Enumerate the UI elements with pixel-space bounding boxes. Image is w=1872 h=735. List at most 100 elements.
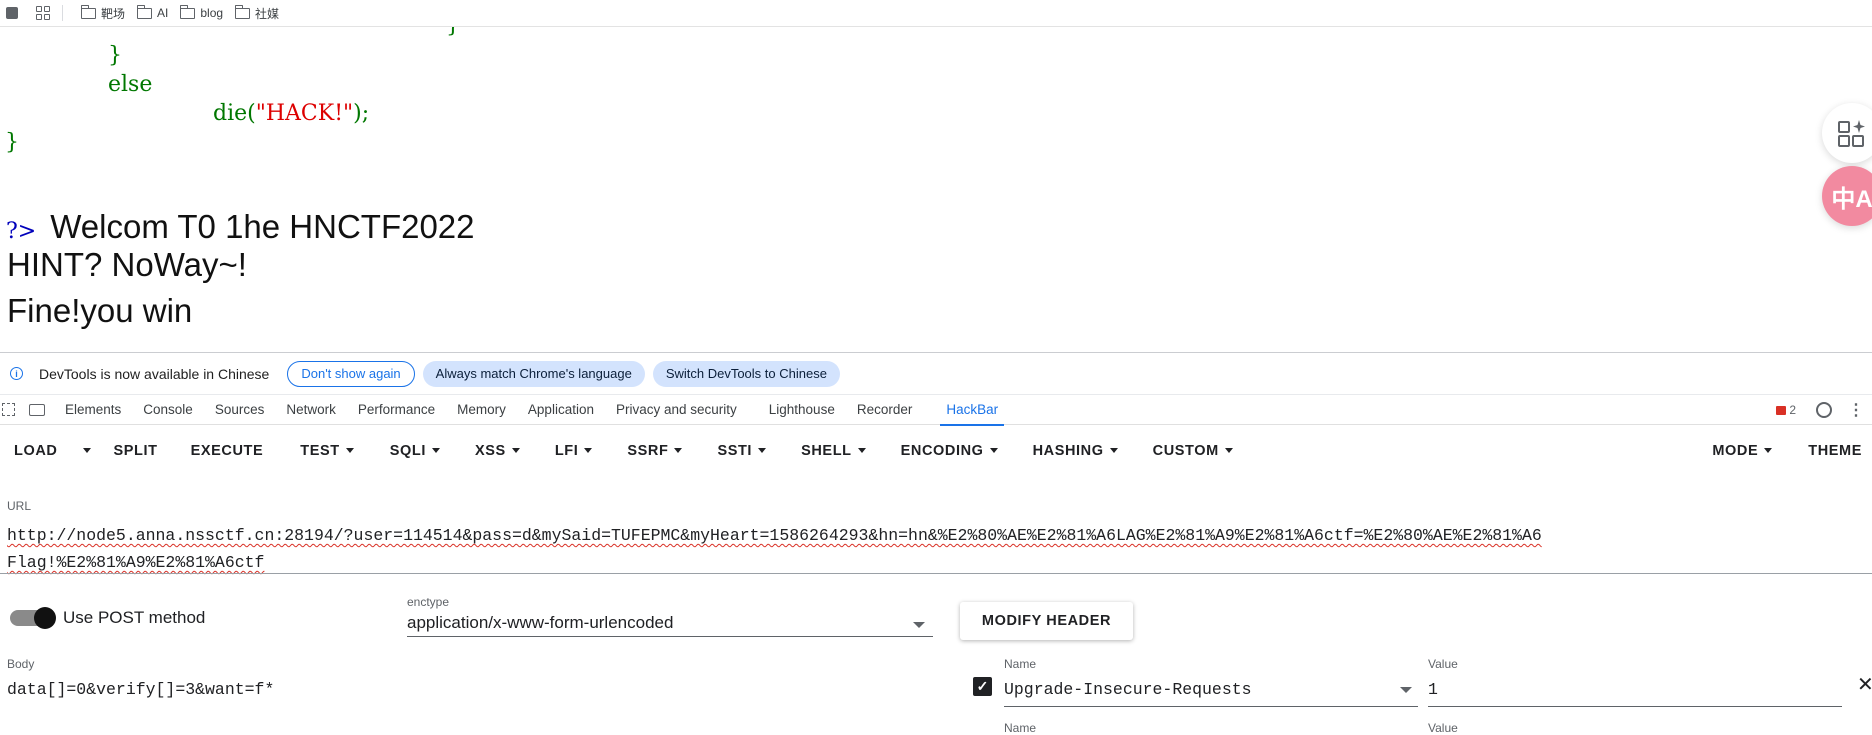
bookmarks-bar: 靶场 AI blog 社媒 xyxy=(0,0,1872,27)
tab-performance[interactable]: Performance xyxy=(358,395,435,425)
tab-memory[interactable]: Memory xyxy=(457,395,506,425)
bookmark-label: blog xyxy=(200,6,224,20)
url-label: URL xyxy=(7,499,32,513)
chevron-down-icon[interactable] xyxy=(913,622,925,628)
translate-button[interactable]: 中A xyxy=(1822,166,1872,226)
output-text: Welcom T0 1he HNCTF2022 xyxy=(50,208,475,245)
menu-label: CUSTOM xyxy=(1152,442,1219,459)
header-value-input[interactable]: 1 xyxy=(1428,680,1438,699)
tab-sources[interactable]: Sources xyxy=(215,395,265,425)
post-method-toggle[interactable] xyxy=(10,607,56,629)
header-enabled-checkbox[interactable]: ✓ xyxy=(973,677,992,696)
tab-elements[interactable]: Elements xyxy=(65,395,121,425)
tab-lighthouse[interactable]: Lighthouse xyxy=(769,395,835,425)
bookmark-folder[interactable]: 社媒 xyxy=(234,4,280,22)
always-match-language-button[interactable]: Always match Chrome's language xyxy=(422,360,645,387)
bookmark-folder[interactable]: 靶场 xyxy=(80,4,126,22)
caret-down-icon xyxy=(989,448,998,453)
load-dropdown-button[interactable] xyxy=(77,448,92,453)
bookmark-folder[interactable]: AI xyxy=(136,4,169,20)
php-close-tag: ?> xyxy=(6,219,37,244)
menu-custom[interactable]: CUSTOM xyxy=(1153,443,1233,459)
menu-hashing[interactable]: HASHING xyxy=(1033,443,1118,459)
header-name-label: Name xyxy=(1004,721,1037,735)
load-button[interactable]: LOAD xyxy=(14,443,57,459)
remove-header-icon[interactable]: ✕ xyxy=(1857,672,1872,697)
inspect-element-icon[interactable] xyxy=(2,403,15,416)
folder-icon xyxy=(179,4,196,19)
folder-icon xyxy=(234,4,251,19)
code-else: else xyxy=(108,72,153,97)
menu-mode[interactable]: MODE xyxy=(1712,443,1773,459)
enctype-underline xyxy=(407,636,933,637)
body-textarea[interactable]: data[]=0&verify[]=3&want=f* xyxy=(7,680,274,699)
theme-button[interactable]: THEME xyxy=(1808,443,1862,459)
language-infobar: i DevTools is now available in Chinese D… xyxy=(0,353,1872,395)
post-method-label: Use POST method xyxy=(63,608,206,627)
header-name-underline xyxy=(1004,706,1418,707)
tab-privacy-security[interactable]: Privacy and security xyxy=(616,395,737,425)
split-button[interactable]: SPLIT xyxy=(113,443,157,459)
output-line-2: HINT? NoWay~! xyxy=(7,246,247,283)
enctype-label: enctype xyxy=(407,595,450,609)
folder-icon xyxy=(136,4,153,19)
url-underline xyxy=(0,573,1872,574)
menu-label: SSRF xyxy=(627,442,669,459)
menu-xss[interactable]: XSS xyxy=(475,443,520,459)
tab-network[interactable]: Network xyxy=(286,395,336,425)
chevron-down-icon[interactable] xyxy=(1400,687,1412,693)
tab-square-icon[interactable] xyxy=(6,7,18,19)
bookmark-label: 社媒 xyxy=(255,6,280,21)
header-name-label: Name xyxy=(1004,657,1037,671)
output-line-1: ?> Welcom T0 1he HNCTF2022 xyxy=(6,208,475,246)
caret-down-icon xyxy=(1109,448,1118,453)
info-icon: i xyxy=(10,367,23,380)
die-string: "HACK!" xyxy=(255,101,354,126)
tab-console[interactable]: Console xyxy=(143,395,193,425)
infobar-message: DevTools is now available in Chinese xyxy=(39,365,270,382)
execute-button[interactable]: EXECUTE xyxy=(191,443,264,459)
tab-recorder[interactable]: Recorder xyxy=(857,395,913,425)
modify-header-button[interactable]: MODIFY HEADER xyxy=(960,602,1133,640)
menu-ssrf[interactable]: SSRF xyxy=(627,442,683,459)
menu-label: HASHING xyxy=(1032,442,1104,459)
body-label: Body xyxy=(7,657,35,671)
header-name-input[interactable]: Upgrade-Insecure-Requests xyxy=(1004,680,1252,699)
menu-shell[interactable]: SHELL xyxy=(801,443,866,459)
menu-sqli[interactable]: SQLI xyxy=(390,443,440,459)
header-value-label: Value xyxy=(1428,721,1458,735)
bookmark-folder[interactable]: blog xyxy=(179,4,224,20)
caret-down-icon xyxy=(83,448,92,453)
apps-grid-icon[interactable] xyxy=(36,6,50,20)
issues-badge[interactable]: 2 xyxy=(1776,403,1796,417)
die-fn: die( xyxy=(213,101,256,126)
enctype-select[interactable]: application/x-www-form-urlencoded xyxy=(407,613,673,633)
folder-icon xyxy=(80,4,96,19)
menu-encoding[interactable]: ENCODING xyxy=(901,443,998,459)
caret-down-icon xyxy=(511,448,520,453)
dont-show-again-button[interactable]: Don't show again xyxy=(287,360,415,387)
apps-sparkle-button[interactable] xyxy=(1822,103,1872,163)
menu-label: SSTI xyxy=(717,442,753,459)
settings-gear-icon[interactable] xyxy=(1816,402,1832,418)
caret-down-icon xyxy=(674,448,683,453)
menu-label: XSS xyxy=(474,442,506,459)
tab-application[interactable]: Application xyxy=(528,395,594,425)
caret-down-icon xyxy=(345,448,354,453)
menu-label: LFI xyxy=(554,442,579,459)
hackbar-toolbar: LOAD SPLIT EXECUTE TEST SQLI XSS LFI SSR… xyxy=(0,425,1872,476)
toggle-thumb xyxy=(34,607,56,629)
bookmark-label: AI xyxy=(157,6,169,20)
error-count: 2 xyxy=(1789,403,1796,417)
bookmark-label: 靶场 xyxy=(101,6,126,21)
menu-test[interactable]: TEST xyxy=(300,443,354,459)
code-brace: } xyxy=(446,27,460,38)
device-toolbar-icon[interactable] xyxy=(29,403,45,416)
menu-ssti[interactable]: SSTI xyxy=(717,442,767,459)
menu-lfi[interactable]: LFI xyxy=(555,443,593,459)
menu-label: ENCODING xyxy=(900,442,984,459)
tab-hackbar[interactable]: HackBar xyxy=(940,395,1004,426)
url-textarea[interactable]: http://node5.anna.nssctf.cn:28194/?user=… xyxy=(7,522,1707,576)
more-options-icon[interactable]: ⋮ xyxy=(1848,400,1864,420)
switch-to-chinese-button[interactable]: Switch DevTools to Chinese xyxy=(652,360,840,387)
